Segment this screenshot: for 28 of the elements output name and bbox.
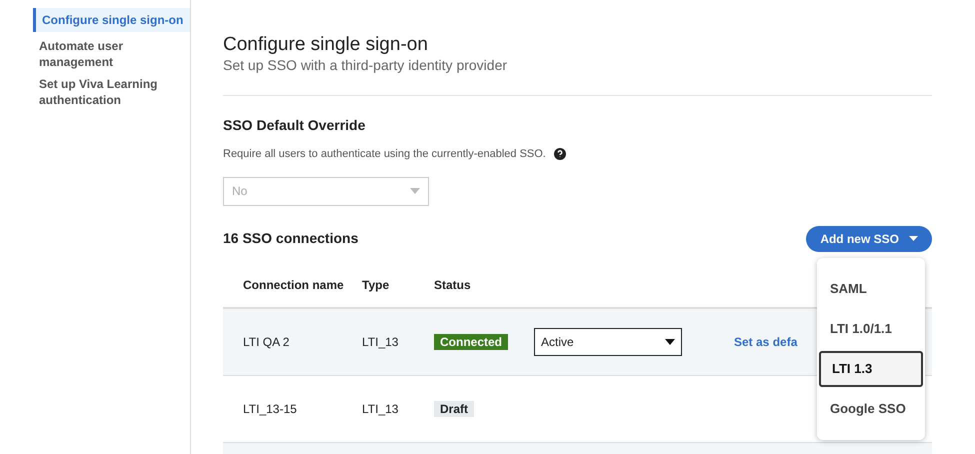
table-cell-text: LTI_13 [362, 334, 400, 350]
column-header: Connection name [243, 276, 345, 294]
sidebar-item[interactable]: Set up Viva Learning authentication [33, 76, 190, 108]
menu-item[interactable]: LTI 1.3 [819, 351, 923, 387]
column-header: Status [434, 276, 472, 294]
sidebar-item[interactable]: Automate user management [33, 38, 190, 70]
caret-icon [410, 188, 420, 194]
table-cell-text: LTI_13 [362, 400, 400, 418]
add-sso-button[interactable]: Add new SSO [806, 226, 932, 252]
sidebar-item[interactable]: Configure single sign-on [33, 8, 190, 32]
page-subtitle: Set up SSO with a third-party identity provider [223, 56, 508, 74]
connections-count: 16 SSO connections [223, 229, 358, 248]
caret-icon [909, 236, 918, 241]
table-cell-text: LTI_13-15 [243, 400, 298, 418]
section-title: SSO Default Override [223, 116, 366, 135]
caret-icon [665, 338, 675, 344]
help-icon[interactable] [554, 148, 566, 160]
menu-item[interactable]: SAML [819, 271, 923, 307]
default-link[interactable]: Set as defa [734, 332, 798, 350]
page-title: Configure single sign-on [223, 34, 429, 56]
status-badge: Connected [434, 334, 508, 350]
table-cell-text: LTI QA 2 [243, 334, 290, 350]
status-select[interactable]: Active [534, 328, 682, 356]
menu-item[interactable]: LTI 1.0/1.1 [819, 311, 923, 347]
menu-item[interactable]: Google SSO [819, 391, 923, 427]
column-header: Type [362, 276, 390, 294]
status-badge: Draft [434, 400, 474, 416]
section-description: Require all users to authenticate using the currently-enabled SSO. [223, 147, 546, 162]
